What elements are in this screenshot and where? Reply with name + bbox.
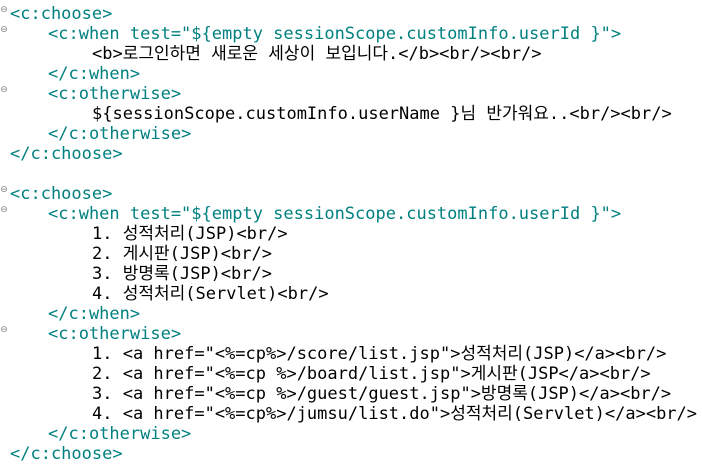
code-line[interactable]: </c:otherwise> bbox=[48, 424, 191, 444]
code-line[interactable]: </c:otherwise> bbox=[48, 124, 191, 144]
when-close-tag: </c:when> bbox=[48, 64, 141, 84]
code-line[interactable]: 3. <a href="<%=cp %>/guest/guest.jsp">방명… bbox=[92, 384, 671, 404]
code-line[interactable]: <c:choose> bbox=[10, 184, 112, 204]
when-item-text: 2. 게시판(JSP)<br/> bbox=[92, 244, 272, 264]
choose-open-tag: <c:choose> bbox=[10, 4, 113, 24]
when-item-text: 3. 방명록(JSP)<br/> bbox=[92, 264, 272, 284]
fold-toggle-icon[interactable]: ⊖ bbox=[0, 186, 8, 195]
code-line[interactable]: </c:when> bbox=[48, 304, 140, 324]
when-open-tag: <c:when test="${empty sessionScope.custo… bbox=[48, 204, 622, 224]
code-line[interactable]: ${sessionScope.customInfo.userName }님 반가… bbox=[92, 104, 672, 124]
code-line[interactable]: 1. 성적처리(JSP)<br/> bbox=[92, 224, 288, 244]
when-item-text: 4. 성적처리(Servlet)<br/> bbox=[92, 284, 329, 304]
otherwise-close-tag: </c:otherwise> bbox=[48, 424, 192, 444]
code-line[interactable]: <c:when test="${empty sessionScope.custo… bbox=[48, 24, 621, 44]
code-line[interactable]: 4. <a href="<%=cp%>/jumsu/list.do">성적처리(… bbox=[92, 404, 697, 424]
code-line[interactable]: 2. 게시판(JSP)<br/> bbox=[92, 244, 272, 264]
otherwise-close-tag: </c:otherwise> bbox=[48, 124, 192, 144]
fold-toggle-icon[interactable]: ⊖ bbox=[0, 6, 8, 15]
otherwise-body-text: ${sessionScope.customInfo.userName }님 반가… bbox=[92, 104, 672, 124]
fold-toggle-icon[interactable]: ⊖ bbox=[0, 326, 8, 335]
when-open-tag: <c:when test="${empty sessionScope.custo… bbox=[48, 24, 622, 44]
code-line[interactable]: <b>로그인하면 새로운 세상이 보입니다.</b><br/><br/> bbox=[92, 44, 542, 64]
code-line[interactable]: 1. <a href="<%=cp%>/score/list.jsp">성적처리… bbox=[92, 344, 666, 364]
code-editor[interactable]: ⊖ ⊖ ⊖ ⊖ ⊖ ⊖ <c:choose> <c:when test="${e… bbox=[0, 0, 702, 468]
code-line[interactable]: 2. <a href="<%=cp %>/board/list.jsp">게시판… bbox=[92, 364, 651, 384]
otherwise-open-tag: <c:otherwise> bbox=[48, 324, 182, 344]
when-close-tag: </c:when> bbox=[48, 304, 141, 324]
otherwise-item-text: 3. <a href="<%=cp %>/guest/guest.jsp">방명… bbox=[92, 384, 672, 404]
code-line[interactable]: 4. 성적처리(Servlet)<br/> bbox=[92, 284, 329, 304]
code-line[interactable]: <c:choose> bbox=[10, 4, 112, 24]
otherwise-item-text: 1. <a href="<%=cp%>/score/list.jsp">성적처리… bbox=[92, 344, 667, 364]
fold-toggle-icon[interactable]: ⊖ bbox=[0, 206, 8, 215]
code-line[interactable]: <c:otherwise> bbox=[48, 84, 181, 104]
otherwise-open-tag: <c:otherwise> bbox=[48, 84, 182, 104]
when-item-text: 1. 성적처리(JSP)<br/> bbox=[92, 224, 288, 244]
fold-gutter: ⊖ ⊖ ⊖ ⊖ ⊖ ⊖ bbox=[0, 0, 10, 468]
when-body-text: <b>로그인하면 새로운 세상이 보입니다.</b><br/><br/> bbox=[92, 44, 542, 64]
fold-toggle-icon[interactable]: ⊖ bbox=[0, 86, 8, 95]
choose-close-tag: </c:choose> bbox=[10, 444, 123, 464]
code-line[interactable]: </c:choose> bbox=[10, 444, 123, 464]
choose-open-tag: <c:choose> bbox=[10, 184, 113, 204]
fold-toggle-icon[interactable]: ⊖ bbox=[0, 26, 8, 35]
otherwise-item-text: 2. <a href="<%=cp %>/board/list.jsp">게시판… bbox=[92, 364, 651, 384]
choose-close-tag: </c:choose> bbox=[10, 144, 123, 164]
code-line[interactable]: 3. 방명록(JSP)<br/> bbox=[92, 264, 272, 284]
code-line[interactable]: <c:when test="${empty sessionScope.custo… bbox=[48, 204, 621, 224]
code-line[interactable]: </c:when> bbox=[48, 64, 140, 84]
otherwise-item-text: 4. <a href="<%=cp%>/jumsu/list.do">성적처리(… bbox=[92, 404, 698, 424]
code-line[interactable]: <c:otherwise> bbox=[48, 324, 181, 344]
code-line[interactable]: </c:choose> bbox=[10, 144, 123, 164]
